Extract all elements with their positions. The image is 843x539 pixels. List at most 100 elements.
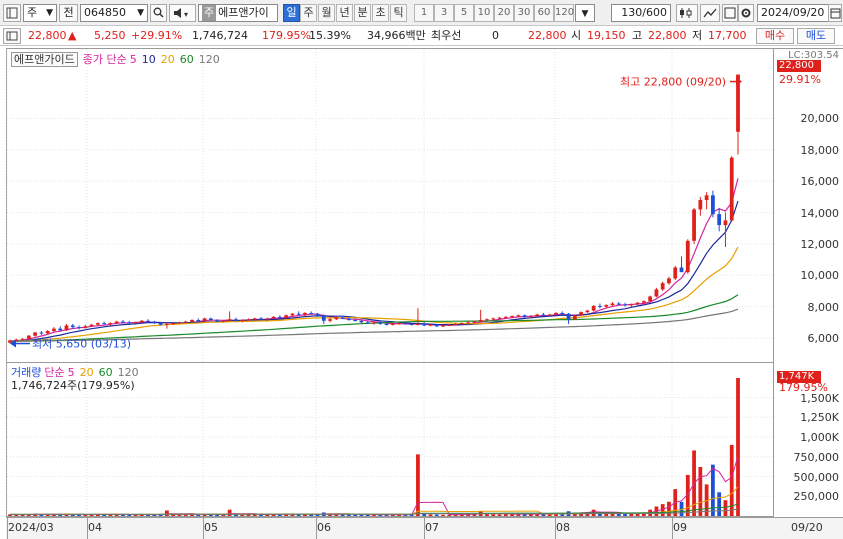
price-chart-pane[interactable]: 에프앤가이드 종가 단순 5 10 20 60 120 — [6, 48, 774, 363]
last-pct-label: 29.91% — [779, 73, 821, 86]
current-price: 22,800 — [28, 29, 67, 42]
svg-text:▾: ▾ — [184, 10, 188, 19]
tab-period-4[interactable]: 분 — [354, 4, 371, 22]
ma-period-60: 60 — [179, 53, 194, 66]
open-price: 19,150 — [587, 29, 626, 42]
tab-period-1[interactable]: 주 — [300, 4, 317, 22]
market-value: 주 — [27, 6, 38, 19]
volume-y-tick-label: 750,000 — [793, 450, 840, 464]
ma-period-10: 10 — [141, 53, 156, 66]
interval-button-5[interactable]: 5 — [454, 4, 474, 22]
x-tick-label: 06 — [317, 521, 331, 534]
y-tick-label: 10,000 — [800, 269, 840, 283]
sell-button[interactable]: 매도 — [797, 28, 835, 44]
volume-y-tick-label: 1,000K — [800, 431, 839, 444]
search-icon[interactable] — [150, 4, 167, 22]
y-tick-label: 20,000 — [800, 112, 840, 126]
interval-button-120[interactable]: 120 — [554, 4, 574, 22]
tab-period-5[interactable]: 초 — [372, 4, 389, 22]
chevron-down-icon: ▼ — [137, 8, 144, 18]
interval-button-20[interactable]: 20 — [494, 4, 514, 22]
chevron-down-icon: ▼ — [581, 9, 589, 19]
view-count-field[interactable]: 130/600 — [611, 4, 671, 22]
volume-ratio: 179.95% — [262, 29, 311, 42]
x-axis-end-label: 09/20 — [791, 521, 823, 534]
speaker-icon[interactable]: ▾ — [169, 4, 196, 22]
chart-type-icon[interactable] — [676, 4, 698, 22]
interval-button-60[interactable]: 60 — [534, 4, 554, 22]
interval-button-30[interactable]: 30 — [514, 4, 534, 22]
chevron-down-icon: ▼ — [46, 8, 53, 18]
x-tick-label: 07 — [425, 521, 439, 534]
y-tick-label: 16,000 — [800, 175, 840, 189]
volume-pct-label: 179.95% — [779, 381, 828, 394]
x-tick-mark — [555, 518, 556, 539]
x-tick-mark — [7, 518, 8, 539]
layout-icon[interactable] — [3, 4, 21, 22]
interval-dropdown[interactable]: ▼ — [575, 4, 595, 22]
volume-chart-pane[interactable]: 거래량 단순 5 20 60 120 1,746,724주(179.95%) — [6, 363, 774, 517]
ma-period-list: 5 10 20 60 120 — [130, 53, 225, 66]
interval-button-1[interactable]: 1 — [414, 4, 434, 22]
volume-y-tick-label: 250,000 — [793, 490, 840, 504]
market-select[interactable]: 주 ▼ — [23, 4, 57, 22]
tab-period-6[interactable]: 틱 — [390, 4, 407, 22]
best-ask-label: 최우선 — [431, 29, 462, 42]
volume-y-tick-label: 1,250K — [800, 411, 839, 425]
y-tick-label: 14,000 — [800, 206, 840, 220]
tab-period-0[interactable]: 일 — [283, 4, 300, 22]
x-tick-mark — [424, 518, 425, 539]
y-tick-label: 18,000 — [800, 143, 840, 157]
low-label: 저 — [692, 29, 703, 42]
tab-period-3[interactable]: 년 — [336, 4, 353, 22]
market-type-button[interactable]: 전 — [59, 4, 78, 22]
expand-icon[interactable] — [722, 4, 738, 22]
y-axis: 20,000 18,000 16,000 14,000 12,000 10,000 8,00… — [774, 48, 843, 517]
stock-name-field[interactable]: 주 에프앤가이 — [198, 4, 278, 22]
x-tick-mark — [203, 518, 204, 539]
volume-value: 1,746,724 — [192, 29, 248, 42]
quote-bar: 22,800 ▲ 5,250 +29.91% 1,746,724 179.95%… — [0, 26, 843, 46]
change-percent: +29.91% — [131, 29, 183, 42]
up-arrow-icon: ▲ — [68, 29, 77, 42]
open-label: 시 — [571, 29, 582, 42]
y-tick-label: 6,000 — [807, 332, 840, 346]
y-tick-label: 12,000 — [800, 237, 840, 251]
y-tick-label: 8,000 — [807, 300, 840, 314]
turnover-rate: 15.39% — [309, 29, 351, 42]
x-axis: 09/20 2024/03 04 05 06 07 08 09 — [6, 517, 843, 539]
trade-amount: 34,966백만 — [367, 29, 426, 42]
interval-button-10[interactable]: 10 — [474, 4, 494, 22]
x-tick-label: 04 — [88, 521, 102, 534]
gear-icon[interactable] — [738, 4, 754, 22]
x-tick-label: 05 — [204, 521, 218, 534]
x-tick-label: 09 — [673, 521, 687, 534]
low-price: 17,700 — [708, 29, 747, 42]
stock-title: 에프앤가이드 — [11, 52, 78, 67]
last-price-badge: 22,800 — [777, 60, 821, 72]
volume-y-tick-label: 500,000 — [793, 470, 840, 484]
layout-icon[interactable] — [3, 28, 21, 44]
buy-button[interactable]: 매수 — [756, 28, 794, 44]
toolbar: 주 ▼ 전 064850 ▼ ▾ 주 에프앤가이 ▼ 130/600 2024/09/… — [0, 0, 843, 26]
line-tool-icon[interactable] — [700, 4, 720, 22]
ma-period-5: 5 — [129, 53, 137, 66]
high-price: 22,800 — [648, 29, 687, 42]
tab-period-2[interactable]: 월 — [318, 4, 335, 22]
stock-name: 에프앤가이 — [218, 6, 269, 19]
calendar-icon[interactable] — [828, 4, 842, 22]
ma-label: 종가 단순 — [82, 53, 127, 66]
price-legend: 에프앤가이드 종가 단순 5 10 20 60 120 — [11, 51, 230, 67]
code-input[interactable]: 064850 ▼ — [80, 4, 148, 22]
date-field[interactable]: 2024/09/20 — [757, 4, 829, 22]
price-change: 5,250 — [94, 29, 126, 42]
code-value: 064850 — [84, 6, 126, 19]
best-ask-qty: 0 — [492, 29, 499, 42]
interval-button-3[interactable]: 3 — [434, 4, 454, 22]
high-label: 고 — [632, 29, 643, 42]
x-tick-label: 2024/03 — [8, 521, 54, 534]
x-tick-mark — [672, 518, 673, 539]
best-price: 22,800 — [528, 29, 567, 42]
x-tick-mark — [316, 518, 317, 539]
ma-period-20: 20 — [160, 53, 175, 66]
